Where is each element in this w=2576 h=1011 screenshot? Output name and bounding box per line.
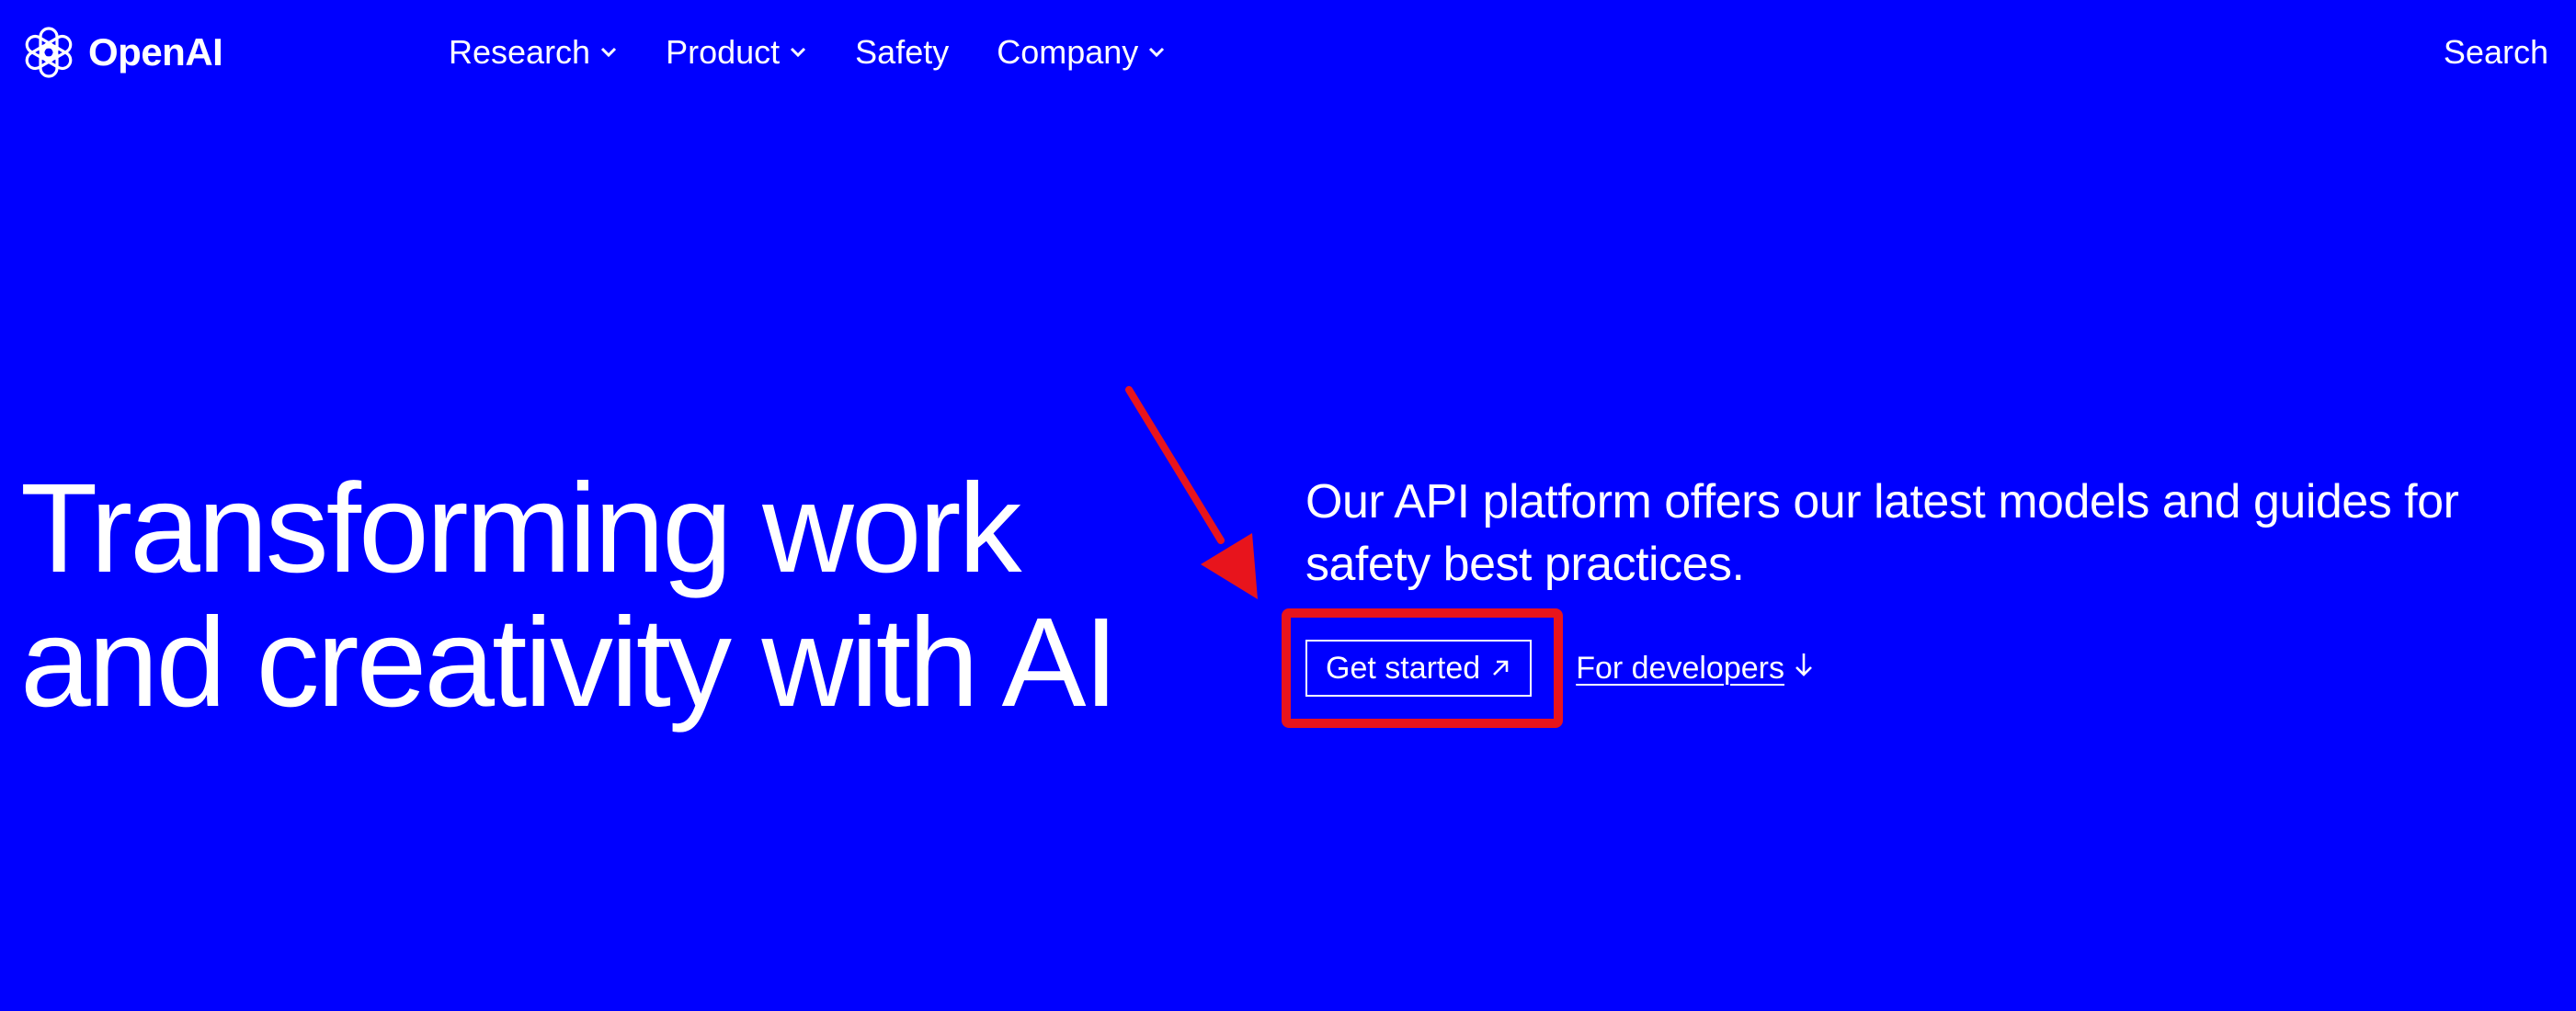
arrow-down-icon <box>1794 651 1814 687</box>
nav-item-product[interactable]: Product <box>666 33 807 72</box>
nav-item-label: Research <box>449 33 591 71</box>
nav-item-safety[interactable]: Safety <box>855 33 949 72</box>
nav-item-label: Product <box>666 33 781 71</box>
hero-headline: Transforming work and creativity with AI <box>20 458 1119 733</box>
get-started-button[interactable]: Get started <box>1305 640 1533 697</box>
chevron-down-icon <box>1147 46 1166 59</box>
openai-logo-icon <box>20 24 77 81</box>
cta-row: Get started For developers <box>1305 638 1814 699</box>
search-button[interactable]: Search <box>2444 28 2548 77</box>
chevron-down-icon <box>599 46 618 59</box>
for-developers-label: For developers <box>1576 650 1784 686</box>
nav-item-label: Company <box>997 33 1139 71</box>
arrow-up-right-icon <box>1489 657 1511 679</box>
nav-item-research[interactable]: Research <box>449 33 618 72</box>
hero-description: Our API platform offers our latest model… <box>1305 475 2459 591</box>
for-developers-link[interactable]: For developers <box>1576 651 1814 687</box>
site-header: OpenAI Research Product Safety Company S… <box>0 0 2576 103</box>
main-nav: Research Product Safety Company <box>449 28 1214 77</box>
page: OpenAI Research Product Safety Company S… <box>0 0 2576 1011</box>
brand-logo-link[interactable]: OpenAI <box>20 20 223 85</box>
nav-item-company[interactable]: Company <box>997 33 1166 72</box>
get-started-label: Get started <box>1326 650 1481 686</box>
chevron-down-icon <box>789 46 807 59</box>
brand-name: OpenAI <box>88 30 223 74</box>
nav-item-label: Safety <box>855 33 950 71</box>
